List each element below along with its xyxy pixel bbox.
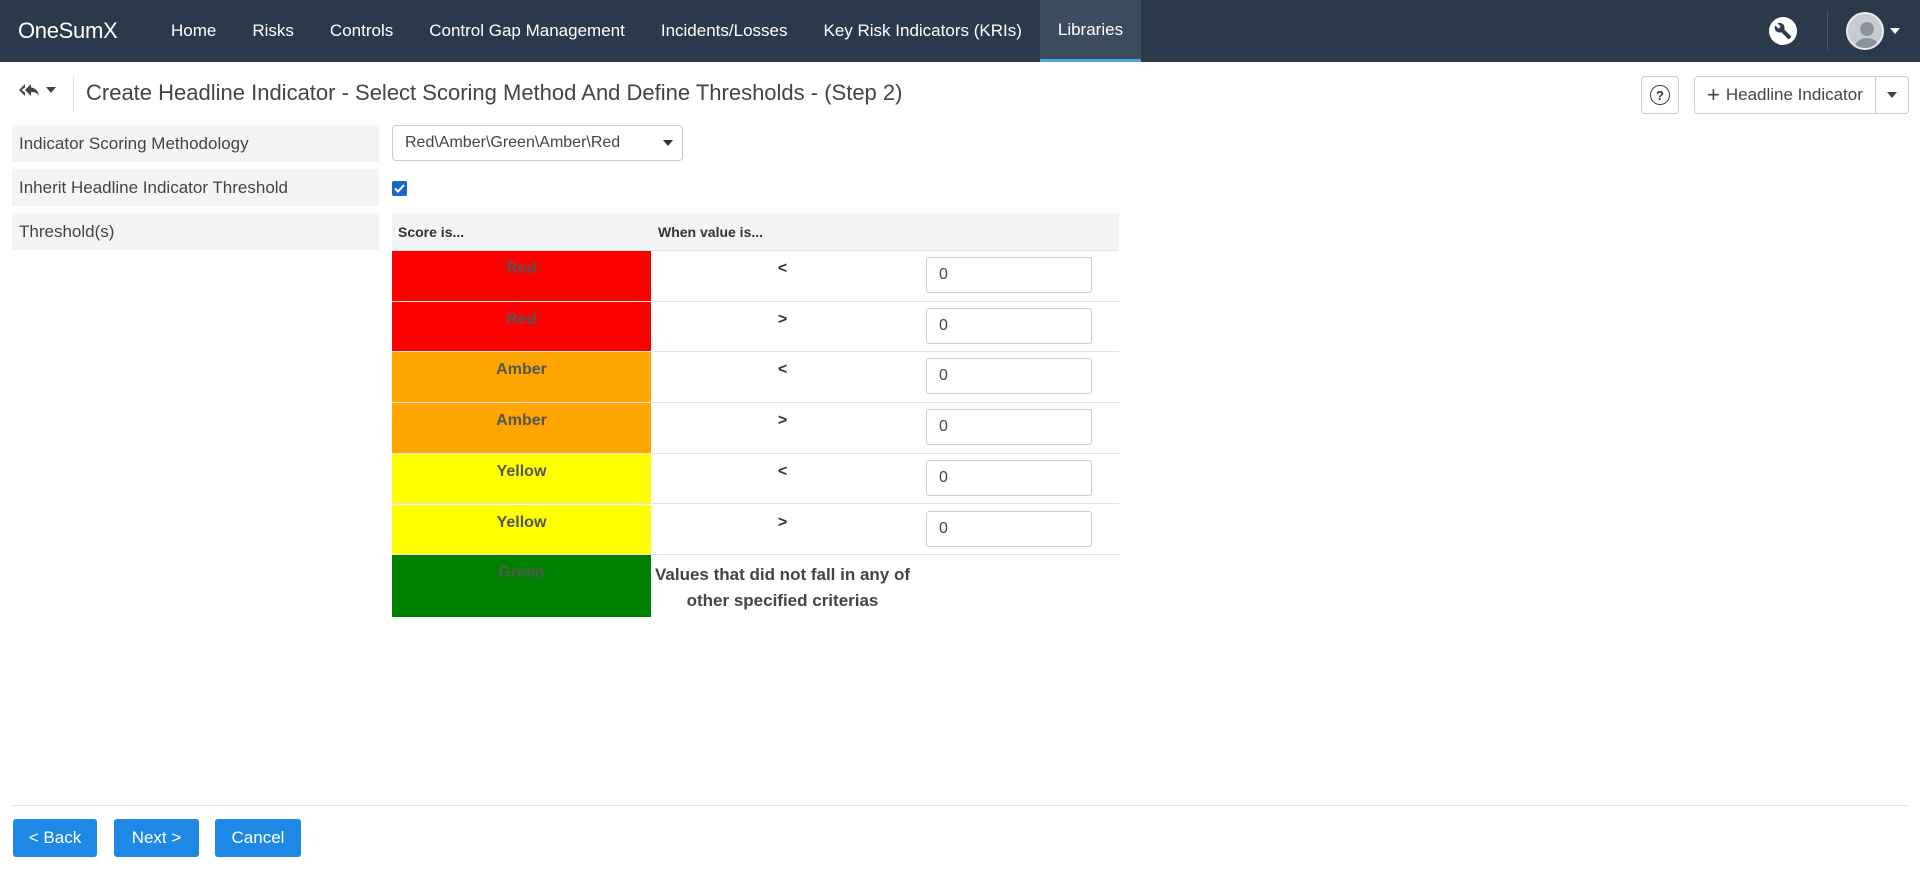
operator-cell: < xyxy=(777,361,788,379)
cancel-button[interactable]: Cancel xyxy=(215,819,301,857)
threshold-row-green: Green Values that did not fall in any of… xyxy=(392,555,1119,617)
inherit-threshold-checkbox[interactable] xyxy=(392,181,407,196)
operator-cell: > xyxy=(777,513,788,531)
operator-cell: < xyxy=(777,260,788,277)
scoring-methodology-select[interactable]: Red\Amber\Green\Amber\Red xyxy=(392,125,683,161)
page-title: Create Headline Indicator - Select Scori… xyxy=(86,80,903,105)
next-button[interactable]: Next > xyxy=(114,819,199,857)
threshold-value-input[interactable] xyxy=(926,358,1092,395)
threshold-row: Yellow > xyxy=(392,504,1119,556)
threshold-row: Yellow < xyxy=(392,453,1119,505)
green-description: Values that did not fall in any of other… xyxy=(654,565,911,610)
nav-control-gap-management[interactable]: Control Gap Management xyxy=(411,0,643,62)
col-score: Score is... xyxy=(398,224,465,240)
page-header: Create Headline Indicator - Select Scori… xyxy=(0,62,1920,126)
operator-cell: > xyxy=(777,310,788,328)
score-cell: Yellow xyxy=(392,453,651,504)
divider xyxy=(12,805,1908,806)
thresholds-label: Threshold(s) xyxy=(12,213,379,250)
avatar xyxy=(1846,12,1884,50)
chevron-down-icon xyxy=(1890,28,1900,34)
thresholds-table-header: Score is... When value is... xyxy=(392,213,1119,251)
divider xyxy=(73,76,74,112)
back-menu[interactable] xyxy=(18,82,56,98)
threshold-value-input[interactable] xyxy=(926,257,1092,293)
inherit-threshold-label: Inherit Headline Indicator Threshold xyxy=(12,169,379,206)
add-headline-indicator-group: + Headline Indicator xyxy=(1694,76,1909,114)
plus-icon: + xyxy=(1707,82,1720,107)
col-when-value: When value is... xyxy=(658,224,764,240)
back-button[interactable]: < Back xyxy=(13,819,97,857)
nav-controls[interactable]: Controls xyxy=(312,0,411,62)
threshold-row: Amber > xyxy=(392,403,1119,454)
threshold-value-input[interactable] xyxy=(926,409,1092,446)
help-button[interactable]: ? xyxy=(1641,76,1679,114)
main-nav: Home Risks Controls Control Gap Manageme… xyxy=(153,0,1142,62)
nav-key-risk-indicators[interactable]: Key Risk Indicators (KRIs) xyxy=(805,0,1039,62)
brand-logo[interactable]: OneSumX xyxy=(0,18,153,44)
nav-incidents-losses[interactable]: Incidents/Losses xyxy=(643,0,806,62)
nav-home[interactable]: Home xyxy=(153,0,234,62)
add-button-label: Headline Indicator xyxy=(1725,85,1863,104)
chevron-down-icon xyxy=(46,87,56,93)
operator-cell: < xyxy=(777,462,788,480)
threshold-row: Red > xyxy=(392,301,1119,353)
score-cell: Red xyxy=(392,301,651,352)
add-headline-indicator-button[interactable]: + Headline Indicator xyxy=(1695,77,1876,113)
threshold-row: Amber < xyxy=(392,352,1119,404)
question-icon: ? xyxy=(1650,85,1670,105)
score-cell: Amber xyxy=(392,403,651,453)
nav-risks[interactable]: Risks xyxy=(234,0,312,62)
threshold-value-input[interactable] xyxy=(926,459,1092,496)
threshold-value-input[interactable] xyxy=(926,510,1092,547)
wrench-icon[interactable] xyxy=(1769,17,1797,45)
check-icon xyxy=(394,184,405,193)
score-cell: Green xyxy=(392,555,651,617)
threshold-value-input[interactable] xyxy=(926,307,1092,344)
add-dropdown-toggle[interactable] xyxy=(1876,77,1908,113)
user-menu[interactable] xyxy=(1846,12,1900,50)
chevron-down-icon xyxy=(663,140,673,146)
scoring-methodology-label: Indicator Scoring Methodology xyxy=(12,125,379,162)
nav-libraries[interactable]: Libraries xyxy=(1039,0,1142,62)
chevron-down-icon xyxy=(1886,92,1897,98)
reply-all-icon xyxy=(19,84,39,96)
score-cell: Yellow xyxy=(392,504,651,555)
score-cell: Red xyxy=(392,251,651,301)
operator-cell: > xyxy=(777,412,788,430)
top-navbar: OneSumX Home Risks Controls Control Gap … xyxy=(0,0,1920,62)
divider xyxy=(1827,12,1828,50)
score-cell: Amber xyxy=(392,352,651,403)
scoring-methodology-value: Red\Amber\Green\Amber\Red xyxy=(405,134,621,151)
threshold-row: Red < xyxy=(392,251,1119,302)
